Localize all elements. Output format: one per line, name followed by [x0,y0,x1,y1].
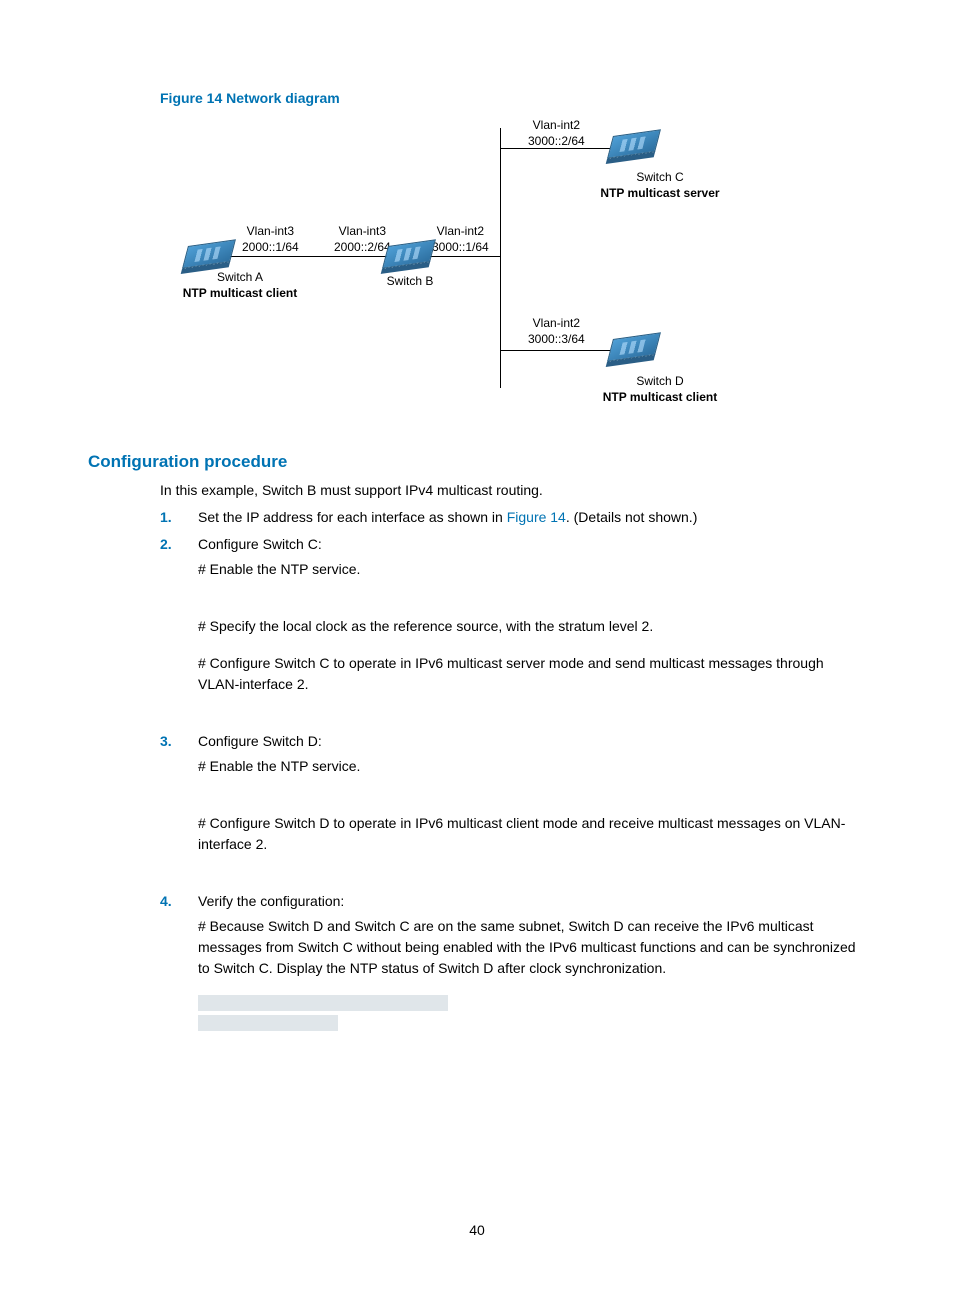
step-paragraph: # Because Switch D and Switch C are on t… [198,916,866,979]
step-paragraph: # Configure Switch D to operate in IPv6 … [198,813,866,855]
step-title: Configure Switch D: [198,731,866,752]
switch-d-if: Vlan-int2 [528,316,585,332]
switch-c-if: Vlan-int2 [528,118,585,134]
switch-icon [607,129,661,159]
intro-paragraph: In this example, Switch B must support I… [160,480,866,501]
network-diagram: Vlan-int2 3000::2/64 Switch C NTP multic… [160,118,800,428]
step-title: Verify the configuration: [198,891,866,912]
step-paragraph: # Configure Switch C to operate in IPv6 … [198,653,866,695]
figure-caption: Figure 14 Network diagram [160,90,866,106]
step-number: 4. [160,891,172,912]
switch-c-name: Switch C [570,170,750,186]
switch-b-right-addr: 3000::1/64 [432,240,489,256]
switch-c-role: NTP multicast server [570,186,750,202]
figure-reference-link[interactable]: Figure 14 [507,509,566,525]
section-heading: Configuration procedure [88,452,866,472]
switch-b-right-if: Vlan-int2 [432,224,489,240]
step-text: . (Details not shown.) [566,509,698,525]
switch-b-name: Switch B [370,274,450,290]
step-paragraph: # Specify the local clock as the referen… [198,616,866,637]
step-paragraph: # Enable the NTP service. [198,559,866,580]
switch-icon [182,239,236,269]
step-title: Configure Switch C: [198,534,866,555]
steps-list: 1. Set the IP address for each interface… [160,507,866,979]
switch-c-addr: 3000::2/64 [528,134,585,150]
step-number: 1. [160,507,172,528]
switch-d-name: Switch D [570,374,750,390]
page-number: 40 [0,1222,954,1238]
switch-a-name: Switch A [160,270,320,286]
switch-a-role: NTP multicast client [160,286,320,302]
switch-icon [607,332,661,362]
switch-a-addr: 2000::1/64 [242,240,299,256]
redacted-line [198,1015,338,1031]
redacted-block [198,995,866,1031]
switch-b-left-addr: 2000::2/64 [334,240,391,256]
step-number: 3. [160,731,172,752]
step-text: Set the IP address for each interface as… [198,509,507,525]
step-paragraph: # Enable the NTP service. [198,756,866,777]
switch-b-left-if: Vlan-int3 [334,224,391,240]
step-number: 2. [160,534,172,555]
switch-d-addr: 3000::3/64 [528,332,585,348]
switch-a-if: Vlan-int3 [242,224,299,240]
switch-icon [382,239,436,269]
switch-d-role: NTP multicast client [570,390,750,406]
redacted-line [198,995,448,1011]
